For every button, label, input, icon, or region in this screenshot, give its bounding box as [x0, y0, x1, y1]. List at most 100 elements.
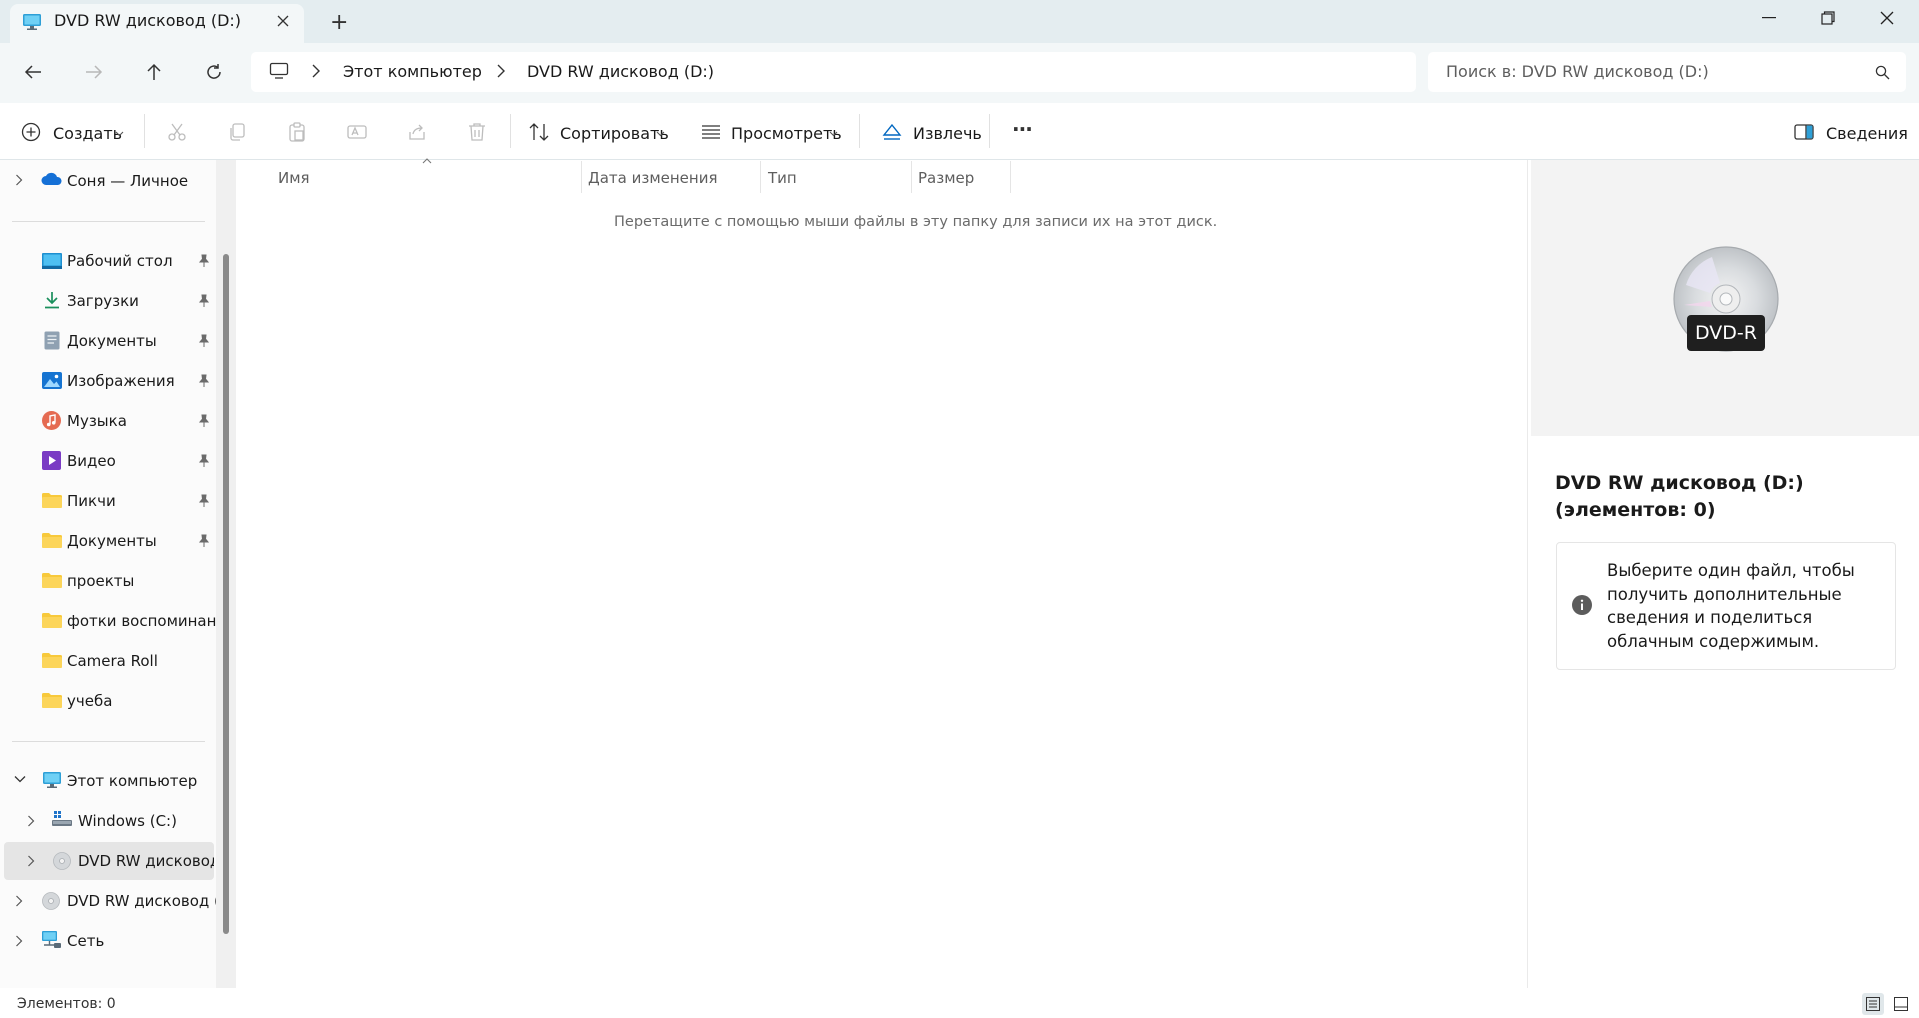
monitor-icon — [42, 771, 62, 789]
plus-circle-icon[interactable] — [21, 122, 41, 142]
pin-icon[interactable] — [198, 294, 210, 308]
close-tab-icon[interactable] — [276, 14, 290, 28]
pin-icon[interactable] — [198, 414, 210, 428]
sort-ascending-icon — [422, 158, 432, 164]
forward-icon[interactable] — [85, 64, 103, 80]
column-divider[interactable] — [911, 161, 912, 193]
nav-item-video[interactable]: Видео — [67, 452, 116, 470]
nav-item-folder[interactable]: Пикчи — [67, 492, 116, 510]
pin-icon[interactable] — [198, 454, 210, 468]
nav-item-folder[interactable]: Документы — [67, 532, 157, 550]
nav-item-desktop[interactable]: Рабочий стол — [67, 252, 173, 270]
eject-button[interactable]: Извлечь — [913, 124, 982, 143]
eject-icon[interactable] — [882, 122, 902, 142]
back-icon[interactable] — [24, 64, 42, 80]
disc-type-label: DVD-R — [1687, 315, 1765, 351]
column-divider[interactable] — [581, 161, 582, 193]
toolbar-divider — [859, 114, 860, 148]
nav-item-downloads[interactable]: Загрузки — [67, 292, 139, 310]
copy-icon[interactable] — [227, 122, 247, 142]
new-tab-button[interactable]: + — [330, 10, 348, 35]
delete-icon[interactable] — [467, 122, 487, 142]
breadcrumb-dvd-drive[interactable]: DVD RW дисковод (D:) — [527, 62, 714, 81]
paste-icon[interactable] — [287, 122, 307, 142]
chevron-down-icon[interactable] — [115, 131, 124, 137]
pin-icon[interactable] — [198, 254, 210, 268]
search-input[interactable] — [1446, 62, 1856, 81]
nav-item-folder[interactable]: Camera Roll — [67, 652, 158, 670]
more-options-button[interactable]: ··· — [1012, 117, 1033, 141]
view-icon[interactable] — [701, 124, 721, 140]
nav-divider — [12, 741, 205, 742]
desktop-icon — [42, 253, 62, 269]
pin-icon[interactable] — [198, 334, 210, 348]
info-icon — [1572, 595, 1592, 615]
sort-button[interactable]: Сортировать — [560, 124, 669, 143]
cut-icon[interactable] — [167, 122, 187, 142]
drive-c-icon — [52, 810, 72, 828]
nav-network[interactable]: Сеть — [67, 932, 104, 950]
view-button[interactable]: Просмотреть — [731, 124, 842, 143]
column-header-date[interactable]: Дата изменения — [588, 169, 718, 187]
details-info-text: Выберите один файл, чтобы получить допол… — [1607, 561, 1855, 651]
details-button[interactable]: Сведения — [1826, 124, 1908, 143]
status-bar — [0, 988, 1919, 1018]
column-header-type[interactable]: Тип — [768, 169, 797, 187]
nav-item-music[interactable]: Музыка — [67, 412, 127, 430]
tab-title: DVD RW дисковод (D:) — [54, 11, 242, 30]
computer-icon — [269, 62, 289, 80]
nav-dvd-drive[interactable]: DVD RW дисковод (D:) — [67, 892, 216, 910]
dvd-disc-icon — [42, 892, 60, 910]
breadcrumb-this-pc[interactable]: Этот компьютер — [343, 62, 482, 81]
chevron-right-icon[interactable] — [27, 855, 35, 867]
nav-dvd-drive-selected[interactable]: DVD RW дисковод (D:) — [78, 852, 214, 870]
nav-item-folder[interactable]: проекты — [67, 572, 134, 590]
column-header-name[interactable]: Имя — [278, 169, 310, 187]
column-header-size[interactable]: Размер — [918, 169, 974, 187]
chevron-right-icon[interactable] — [312, 64, 320, 78]
nav-this-pc[interactable]: Этот компьютер — [67, 772, 197, 790]
chevron-right-icon[interactable] — [27, 815, 35, 827]
column-divider[interactable] — [1010, 161, 1011, 193]
sort-icon[interactable] — [528, 122, 550, 142]
details-divider[interactable] — [1527, 160, 1528, 988]
refresh-icon[interactable] — [205, 63, 223, 81]
chevron-right-icon[interactable] — [15, 174, 23, 186]
monitor-icon — [22, 13, 42, 31]
column-divider[interactable] — [760, 161, 761, 193]
new-button[interactable]: Создать — [53, 124, 122, 143]
folder-icon — [42, 573, 62, 588]
nav-onedrive[interactable]: Соня — Личное — [67, 172, 188, 190]
nav-windows-c[interactable]: Windows (C:) — [78, 812, 177, 830]
nav-item-pictures[interactable]: Изображения — [67, 372, 175, 390]
nav-item-documents[interactable]: Документы — [67, 332, 157, 350]
restore-icon[interactable] — [1821, 11, 1835, 25]
details-pane-icon[interactable] — [1794, 124, 1814, 140]
search-icon[interactable] — [1875, 65, 1890, 80]
chevron-right-icon[interactable] — [15, 895, 23, 907]
nav-scrollbar-thumb[interactable] — [223, 254, 229, 934]
share-icon[interactable] — [407, 122, 427, 142]
chevron-right-icon[interactable] — [497, 64, 505, 78]
rename-icon[interactable] — [347, 122, 367, 142]
folder-icon — [42, 613, 62, 628]
large-icons-view-icon[interactable] — [1894, 997, 1908, 1011]
toolbar-divider — [510, 114, 511, 148]
video-icon — [42, 451, 61, 470]
pin-icon[interactable] — [198, 374, 210, 388]
chevron-down-icon[interactable] — [14, 775, 26, 783]
chevron-right-icon[interactable] — [15, 935, 23, 947]
pictures-icon — [42, 372, 62, 389]
download-icon — [44, 291, 60, 309]
nav-item-folder[interactable]: фотки воспоминания — [67, 612, 216, 630]
chevron-down-icon[interactable] — [829, 131, 838, 137]
pin-icon[interactable] — [198, 494, 210, 508]
minimize-icon[interactable] — [1762, 17, 1776, 19]
close-window-icon[interactable] — [1880, 11, 1894, 25]
folder-icon — [42, 653, 62, 668]
folder-icon — [42, 693, 62, 708]
nav-item-folder[interactable]: учеба — [67, 692, 112, 710]
pin-icon[interactable] — [198, 534, 210, 548]
chevron-down-icon[interactable] — [656, 131, 665, 137]
up-icon[interactable] — [146, 63, 162, 81]
